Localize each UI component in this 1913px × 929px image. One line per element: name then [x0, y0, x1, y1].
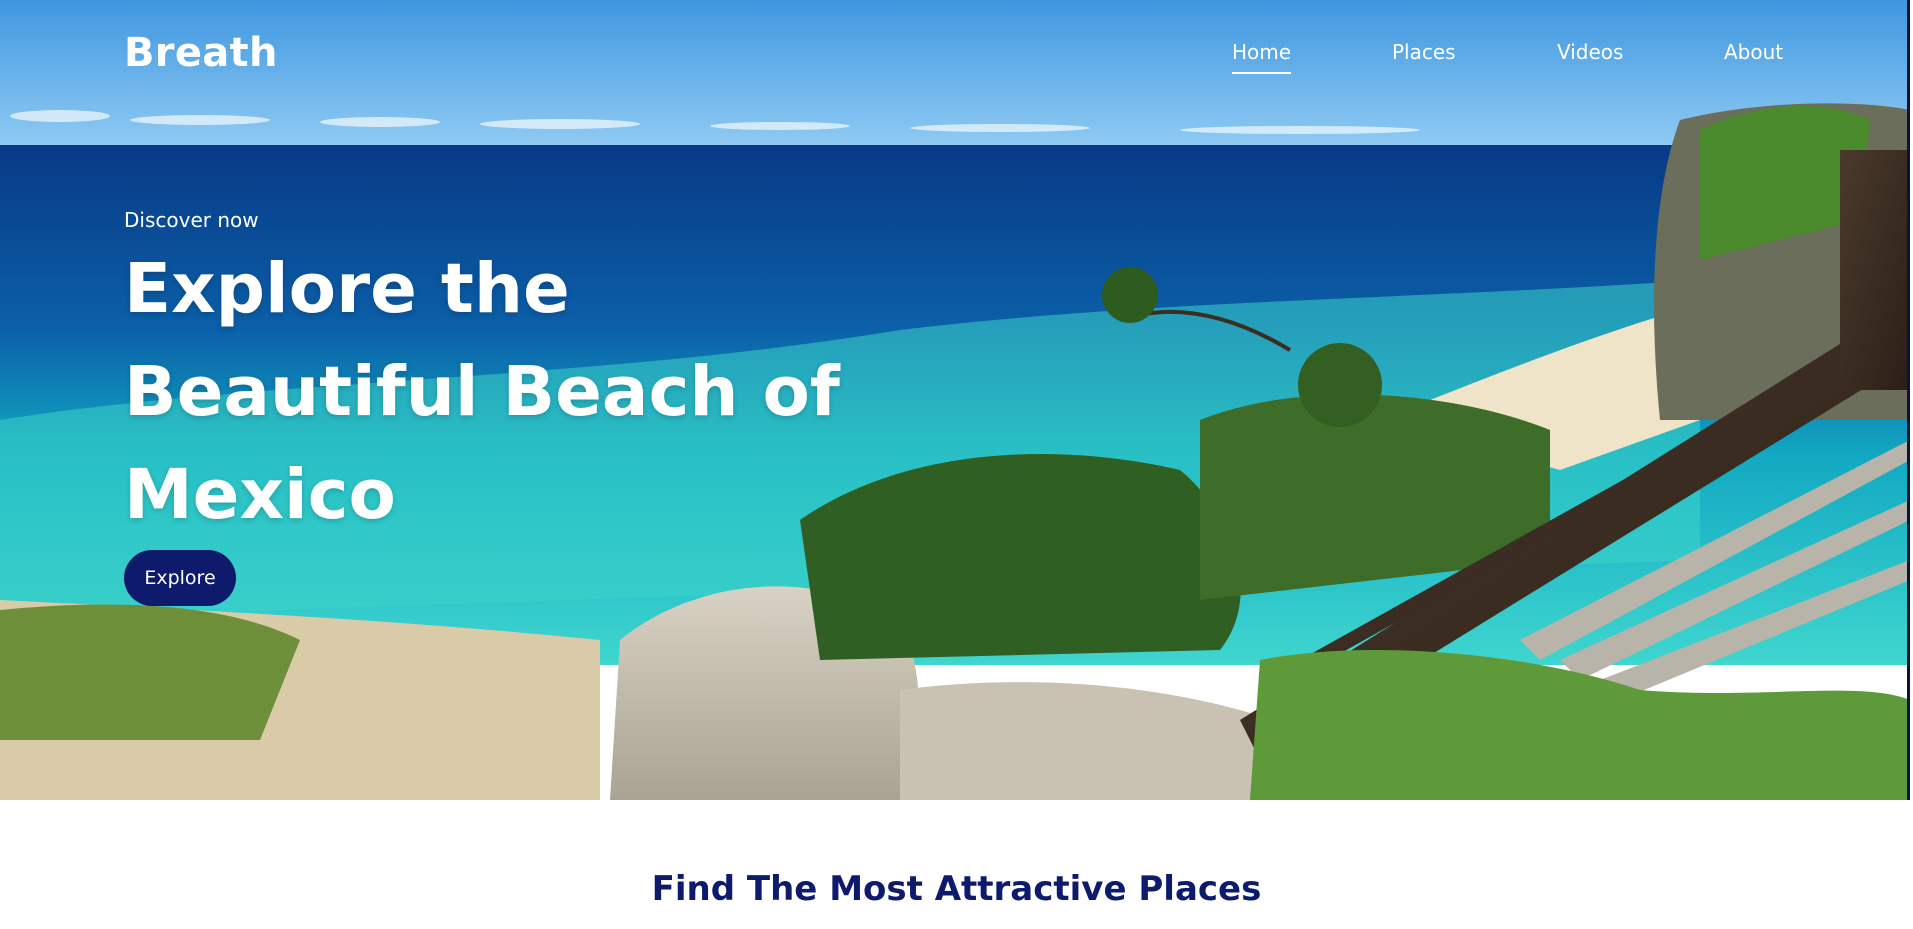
nav-link-videos[interactable]: Videos — [1557, 40, 1623, 64]
nav-link-places[interactable]: Places — [1392, 40, 1456, 64]
nav-link-home[interactable]: Home — [1232, 40, 1292, 74]
explore-button[interactable]: Explore — [124, 550, 236, 606]
hero-eyebrow: Discover now — [124, 208, 259, 232]
top-navbar: Breath Home Places Videos About — [0, 0, 1910, 110]
hero-section: Breath Home Places Videos About Discover… — [0, 0, 1910, 800]
brand-logo[interactable]: Breath — [124, 30, 278, 76]
hero-title: Explore the Beautiful Beach of Mexico — [124, 249, 840, 535]
section-heading: Find The Most Attractive Places — [651, 869, 1262, 909]
scrollbar-edge[interactable] — [1907, 0, 1910, 800]
nav-link-about[interactable]: About — [1724, 40, 1783, 64]
